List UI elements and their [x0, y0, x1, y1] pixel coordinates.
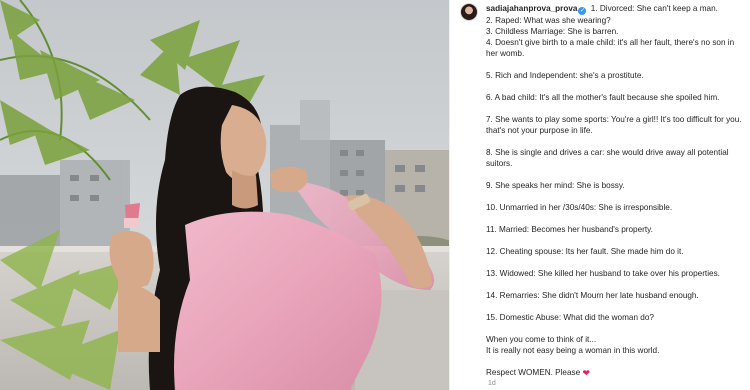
post-photo[interactable]: [0, 0, 449, 390]
caption-line-11: 11. Married: Becomes her husband's prope…: [486, 225, 653, 234]
verified-badge-icon: ✓: [578, 7, 587, 15]
caption-line-13: 13. Widowed: She killed her husband to t…: [486, 269, 720, 278]
post-timestamp[interactable]: 1d: [488, 380, 496, 387]
profile-avatar[interactable]: [460, 3, 478, 21]
caption-line-7: 7. She wants to play some sports: You're…: [486, 115, 742, 135]
instagram-post: sadiajahanprova_prova ✓ 1. Divorced: She …: [0, 0, 750, 390]
caption-line-15: 15. Domestic Abuse: What did the woman d…: [486, 313, 654, 322]
caption-closing-text: Respect WOMEN. Please: [486, 368, 581, 377]
post-photo-illustration: [0, 0, 449, 390]
caption-line-8: 8. She is single and drives a car: she w…: [486, 148, 729, 168]
caption-panel: sadiajahanprova_prova ✓ 1. Divorced: She …: [449, 0, 750, 390]
caption-row: sadiajahanprova_prova ✓ 1. Divorced: She …: [460, 3, 750, 379]
post-caption: sadiajahanprova_prova ✓ 1. Divorced: She …: [486, 3, 748, 379]
caption-line-16: When you come to think of it...: [486, 335, 597, 344]
caption-line-12: 12. Cheating spouse: Its her fault. She …: [486, 247, 684, 256]
caption-line-6: 6. A bad child: It's all the mother's fa…: [486, 93, 720, 102]
caption-line-4: 4. Doesn't give birth to a male child: i…: [486, 38, 735, 58]
caption-line-14: 14. Remarries: She didn't Mourn her late…: [486, 291, 699, 300]
caption-line-1: 1. Divorced: She can't keep a man.: [590, 4, 718, 13]
username-link[interactable]: sadiajahanprova_prova: [486, 4, 577, 13]
caption-line-17: It is really not easy being a woman in t…: [486, 346, 660, 355]
caption-line-2: 2. Raped: What was she wearing?: [486, 16, 611, 25]
caption-line-10: 10. Unmarried in her /30s/40s: She is ir…: [486, 203, 673, 212]
red-heart-icon: ❤: [582, 368, 591, 378]
caption-line-18: Respect WOMEN. Please ❤: [486, 367, 748, 379]
caption-line-5: 5. Rich and Independent: she's a prostit…: [486, 71, 644, 80]
caption-line-9: 9. She speaks her mind: She is bossy.: [486, 181, 625, 190]
caption-line-3: 3. Childless Marriage: She is barren.: [486, 27, 619, 36]
